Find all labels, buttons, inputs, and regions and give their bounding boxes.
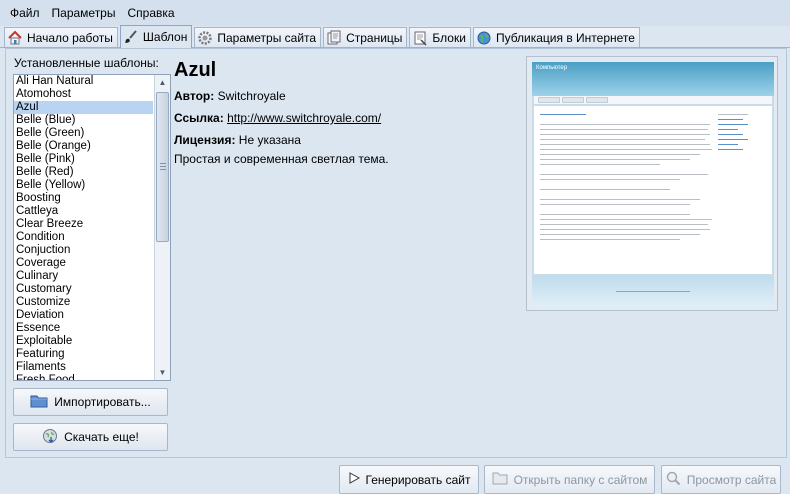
tab-blocks[interactable]: Блоки xyxy=(409,27,471,47)
template-description: Простая и современная светлая тема. xyxy=(174,152,389,166)
preview-body xyxy=(534,106,772,274)
download-globe-icon xyxy=(42,428,58,447)
template-list-item[interactable]: Belle (Pink) xyxy=(14,153,153,166)
download-more-button[interactable]: Скачать еще! xyxy=(13,423,168,451)
template-list-item[interactable]: Featuring xyxy=(14,348,153,361)
template-list-item[interactable]: Conjuction xyxy=(14,244,153,257)
template-list-item[interactable]: Boosting xyxy=(14,192,153,205)
view-site-button[interactable]: Просмотр сайта xyxy=(661,465,781,494)
author-row: Автор: Switchroyale xyxy=(174,89,286,103)
open-site-folder-button[interactable]: Открыть папку с сайтом xyxy=(484,465,655,494)
preview-footer xyxy=(532,276,774,307)
scroll-down-icon[interactable]: ▼ xyxy=(155,365,170,379)
templates-caption: Установленные шаблоны: xyxy=(14,56,159,70)
template-name: Azul xyxy=(174,59,217,81)
template-list-item[interactable]: Belle (Red) xyxy=(14,166,153,179)
license-label: Лицензия: xyxy=(174,133,236,147)
template-list-item[interactable]: Customize xyxy=(14,296,153,309)
magnifier-icon xyxy=(666,471,681,489)
view-site-button-label: Просмотр сайта xyxy=(686,472,777,487)
templates-list-items: Ali Han Natural Atomohost Azul Belle (Blue)… xyxy=(14,75,153,380)
folder-icon xyxy=(30,393,48,412)
folder-disabled-icon xyxy=(492,471,508,488)
tab-pages-label: Страницы xyxy=(346,30,403,45)
download-more-button-label: Скачать еще! xyxy=(64,430,139,444)
template-list-item[interactable]: Atomohost xyxy=(14,88,153,101)
tab-start[interactable]: Начало работы xyxy=(4,27,118,47)
template-list-item[interactable]: Clear Breeze xyxy=(14,218,153,231)
template-list-item[interactable]: Exploitable xyxy=(14,335,153,348)
tab-publish-label: Публикация в Интернете xyxy=(495,30,635,45)
generate-site-button[interactable]: Генерировать сайт xyxy=(339,465,479,494)
template-list-item[interactable]: Belle (Blue) xyxy=(14,114,153,127)
scroll-thumb[interactable] xyxy=(156,92,169,242)
menu-file[interactable]: Файл xyxy=(4,6,46,20)
tab-start-label: Начало работы xyxy=(27,30,113,45)
templates-list[interactable]: Ali Han Natural Atomohost Azul Belle (Blue)… xyxy=(13,74,171,381)
template-list-item[interactable]: Belle (Orange) xyxy=(14,140,153,153)
preview-header: Компьютер xyxy=(532,62,774,96)
templates-scrollbar[interactable]: ▲ ▼ xyxy=(154,75,170,380)
page-icon xyxy=(326,30,342,46)
license-row: Лицензия: Не указана xyxy=(174,133,301,147)
author-label: Автор: xyxy=(174,89,215,103)
template-list-item[interactable]: Azul xyxy=(14,101,153,114)
menu-bar: Файл Параметры Справка xyxy=(0,0,790,26)
template-list-item[interactable]: Belle (Green) xyxy=(14,127,153,140)
link-row: Ссылка: http://www.switchroyale.com/ xyxy=(174,111,381,125)
tab-pages[interactable]: Страницы xyxy=(323,27,408,47)
menu-help[interactable]: Справка xyxy=(121,6,180,20)
home-icon xyxy=(7,30,23,46)
template-list-item[interactable]: Essence xyxy=(14,322,153,335)
tab-template[interactable]: Шаблон xyxy=(119,25,193,48)
menu-settings[interactable]: Параметры xyxy=(46,6,122,20)
template-list-item[interactable]: Fresh Food xyxy=(14,374,153,380)
template-list-item[interactable]: Culinary xyxy=(14,270,153,283)
template-list-item[interactable]: Condition xyxy=(14,231,153,244)
preview-sidebar xyxy=(714,110,770,270)
template-list-item[interactable]: Customary xyxy=(14,283,153,296)
generate-site-button-label: Генерировать сайт xyxy=(365,472,471,487)
tab-bar: Начало работы Шаблон Параметры сайта Стр… xyxy=(0,25,790,48)
preview-site-title: Компьютер xyxy=(536,65,568,71)
template-list-item[interactable]: Deviation xyxy=(14,309,153,322)
brush-icon xyxy=(123,29,139,45)
scroll-up-icon[interactable]: ▲ xyxy=(155,75,170,89)
play-icon xyxy=(348,472,360,487)
template-panel: Установленные шаблоны: Ali Han Natural At… xyxy=(5,48,787,458)
template-list-item[interactable]: Cattleya xyxy=(14,205,153,218)
preview-canvas: Компьютер xyxy=(532,62,774,307)
template-list-item[interactable]: Coverage xyxy=(14,257,153,270)
license-value: Не указана xyxy=(238,133,301,147)
blocks-icon xyxy=(412,30,428,46)
tab-template-label: Шаблон xyxy=(142,30,188,44)
gear-icon xyxy=(197,30,213,46)
import-button[interactable]: Импортировать... xyxy=(13,388,168,416)
template-list-item[interactable]: Filaments xyxy=(14,361,153,374)
template-preview: Компьютер xyxy=(526,56,778,311)
tab-blocks-label: Блоки xyxy=(432,30,466,45)
author-link[interactable]: http://www.switchroyale.com/ xyxy=(227,111,381,125)
tab-site-settings[interactable]: Параметры сайта xyxy=(194,27,322,47)
tab-site-settings-label: Параметры сайта xyxy=(217,30,317,45)
tab-publish[interactable]: Публикация в Интернете xyxy=(472,27,640,47)
preview-nav xyxy=(534,96,772,104)
author-value: Switchroyale xyxy=(217,89,286,103)
globe-icon xyxy=(476,30,492,46)
open-site-folder-button-label: Открыть папку с сайтом xyxy=(513,472,648,487)
import-button-label: Импортировать... xyxy=(54,395,151,409)
link-label: Ссылка: xyxy=(174,111,224,125)
template-list-item[interactable]: Belle (Yellow) xyxy=(14,179,153,192)
template-list-item[interactable]: Ali Han Natural xyxy=(14,75,153,88)
